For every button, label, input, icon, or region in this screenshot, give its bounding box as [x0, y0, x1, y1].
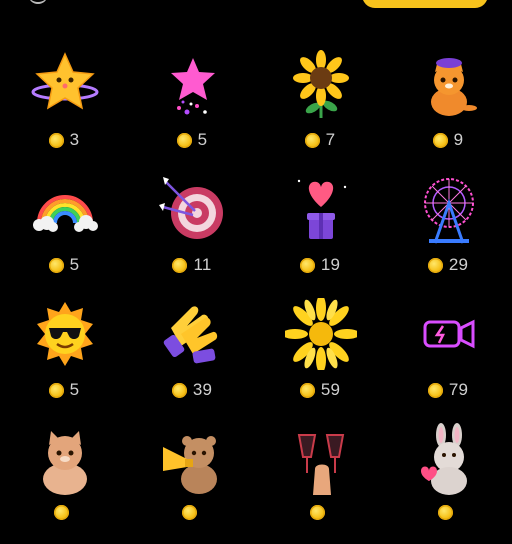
coin-icon [181, 505, 197, 520]
gift-price-value: 5 [69, 380, 80, 399]
gift-item[interactable] [384, 419, 512, 544]
pink-sparkle-star-icon [157, 48, 229, 120]
yellow-flower-icon [285, 298, 357, 370]
gift-price-value: 5 [197, 130, 208, 149]
rainbow-icon [29, 173, 101, 245]
coin-icon [172, 257, 188, 273]
gift-item[interactable]: 9 [384, 44, 512, 169]
gift-price [256, 505, 384, 520]
coin-icon [48, 257, 64, 273]
ferris-wheel-icon [413, 173, 485, 245]
coin-icon [427, 382, 443, 398]
cool-sun-icon [29, 298, 101, 370]
gift-price: 79 [384, 380, 512, 400]
coin-icon [299, 382, 315, 398]
gift-price [384, 505, 512, 520]
gift-item[interactable]: 5 [0, 294, 128, 419]
gift-price: 7 [256, 130, 384, 150]
coin-icon [48, 382, 64, 398]
partial-header-icon[interactable] [28, 0, 48, 4]
top-yellow-button[interactable] [362, 0, 488, 8]
coin-icon [176, 132, 192, 148]
gift-item[interactable]: 7 [256, 44, 384, 169]
gift-price: 59 [256, 380, 384, 400]
gift-price-value: 7 [325, 130, 336, 149]
neon-camera-icon [413, 298, 485, 370]
gift-price: 39 [128, 380, 256, 400]
gift-item[interactable]: 79 [384, 294, 512, 419]
coin-icon [437, 505, 453, 520]
bunny-icon [413, 423, 485, 495]
gift-price-value: 3 [69, 130, 80, 149]
gift-price-value: 9 [453, 130, 464, 149]
gift-item[interactable]: 5 [128, 44, 256, 169]
gift-price-value: 29 [448, 255, 469, 274]
coin-icon [48, 132, 64, 148]
coin-icon [53, 505, 69, 520]
gift-price: 5 [0, 255, 128, 275]
gift-price-value: 39 [192, 380, 213, 399]
gift-item[interactable]: 29 [384, 169, 512, 294]
orange-cat-icon [413, 48, 485, 120]
chubby-cat-icon [29, 423, 101, 495]
gift-price: 9 [384, 130, 512, 150]
gift-price-value: 59 [320, 380, 341, 399]
star-planet-icon [29, 48, 101, 120]
gift-item[interactable]: 11 [128, 169, 256, 294]
coin-icon [171, 382, 187, 398]
gift-item[interactable]: 19 [256, 169, 384, 294]
gift-price: 19 [256, 255, 384, 275]
heart-gift-box-icon [285, 173, 357, 245]
gift-item[interactable] [128, 419, 256, 544]
gift-price [128, 505, 256, 520]
top-bar [0, 0, 512, 24]
gift-price: 5 [0, 380, 128, 400]
coin-icon [427, 257, 443, 273]
gift-item[interactable]: 5 [0, 169, 128, 294]
gift-item[interactable] [256, 419, 384, 544]
coin-icon [432, 132, 448, 148]
cheers-glasses-icon [285, 423, 357, 495]
gift-item[interactable] [0, 419, 128, 544]
gift-item[interactable]: 3 [0, 44, 128, 169]
gift-item[interactable]: 39 [128, 294, 256, 419]
gift-price: 11 [128, 255, 256, 275]
gift-price-value: 19 [320, 255, 341, 274]
gift-price-value: 5 [69, 255, 80, 274]
bear-trumpet-icon [157, 423, 229, 495]
gift-item[interactable]: 59 [256, 294, 384, 419]
gift-price: 5 [128, 130, 256, 150]
dartboard-icon [157, 173, 229, 245]
clapping-hands-icon [157, 298, 229, 370]
coin-icon [299, 257, 315, 273]
sunflower-icon [285, 48, 357, 120]
gift-price [0, 505, 128, 520]
gift-price-value: 79 [448, 380, 469, 399]
gift-price: 3 [0, 130, 128, 150]
coin-icon [304, 132, 320, 148]
gift-grid: 3 5 7 9 5 11 19 29 5 39 59 79 [0, 44, 512, 544]
coin-icon [309, 505, 325, 520]
gift-price: 29 [384, 255, 512, 275]
gift-price-value: 11 [193, 255, 212, 274]
